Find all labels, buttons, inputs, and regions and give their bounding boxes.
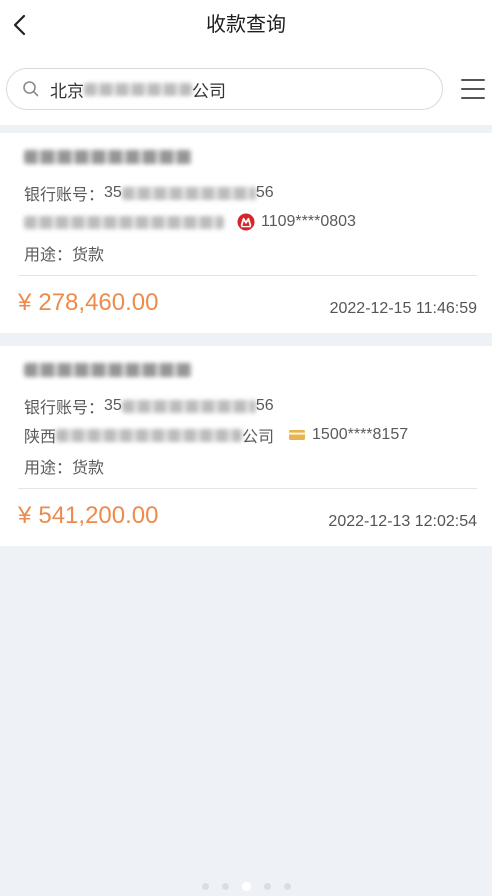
list-item[interactable]: 银行账号： 35 56 陕西 公司 1500****8157 用途： 货款 ¥5…: [0, 346, 492, 546]
amount: ¥541,200.00: [18, 501, 158, 531]
purpose-row: 用途： 货款: [24, 242, 104, 264]
search-value-prefix: 北京: [50, 81, 84, 101]
redacted-text: [56, 428, 243, 442]
search-value: 北京 公司: [50, 77, 226, 102]
chevron-left-icon: [11, 13, 27, 37]
bank-account-label: 银行账号：: [24, 400, 105, 417]
purpose-label: 用途：: [24, 247, 73, 264]
redacted-text: [24, 150, 192, 164]
company-name: [24, 359, 192, 381]
bank-account-prefix: 35: [104, 184, 122, 201]
counterparty-suffix: 公司: [242, 429, 275, 446]
timestamp: 2022-12-15 11:46:59: [329, 300, 477, 317]
redacted-text: [24, 215, 224, 229]
bank-account-prefix: 35: [104, 397, 122, 414]
list-item[interactable]: 银行账号： 35 56 1109****0803 用途： 货款 ¥278,460…: [0, 133, 492, 333]
counterparty-row: 1109****0803: [24, 211, 356, 233]
divider: [18, 275, 477, 276]
divider: [18, 488, 477, 489]
hamburger-menu-icon: [461, 78, 485, 100]
amount: ¥278,460.00: [18, 288, 158, 318]
bank-card-number: 1109****0803: [261, 213, 356, 230]
page-dot: [201, 883, 209, 890]
bank-card-icon: [288, 426, 306, 444]
purpose-value: 货款: [72, 460, 105, 477]
bank-account-suffix: 56: [255, 397, 274, 414]
currency-symbol: ¥: [18, 289, 32, 316]
menu-button[interactable]: [459, 76, 487, 102]
currency-symbol: ¥: [18, 502, 32, 529]
counterparty-prefix: 陕西: [24, 429, 57, 446]
page-dot: [221, 883, 229, 890]
purpose-label: 用途：: [24, 460, 73, 477]
page-dot: [283, 883, 291, 890]
search-value-suffix: 公司: [192, 81, 226, 101]
bank-account-row: 银行账号： 35 56: [24, 182, 274, 204]
page-title: 收款查询: [206, 14, 286, 36]
search-input[interactable]: 北京 公司: [6, 68, 443, 110]
amount-value: 541,200.00: [38, 502, 159, 529]
timestamp: 2022-12-13 12:02:54: [328, 513, 477, 530]
redacted-text: [121, 399, 256, 413]
company-name: [24, 146, 192, 168]
bank-account-suffix: 56: [255, 184, 274, 201]
search-icon: [22, 80, 40, 98]
bank-account-label: 银行账号：: [24, 187, 105, 204]
redacted-text: [24, 363, 192, 377]
purpose-value: 货款: [72, 247, 105, 264]
top-area: 收款查询 北京 公司: [0, 0, 492, 125]
page-indicator: [0, 882, 492, 891]
page-dot-active: [241, 882, 251, 891]
counterparty-row: 陕西 公司 1500****8157: [24, 424, 408, 446]
page-dot: [263, 883, 271, 890]
amount-value: 278,460.00: [38, 289, 159, 316]
bank-account-row: 银行账号： 35 56: [24, 395, 274, 417]
redacted-text: [84, 82, 192, 96]
bank-logo-icon: [237, 213, 255, 231]
back-button[interactable]: [4, 10, 34, 40]
purpose-row: 用途： 货款: [24, 455, 104, 477]
bank-card-number: 1500****8157: [312, 426, 409, 443]
redacted-text: [121, 186, 256, 200]
